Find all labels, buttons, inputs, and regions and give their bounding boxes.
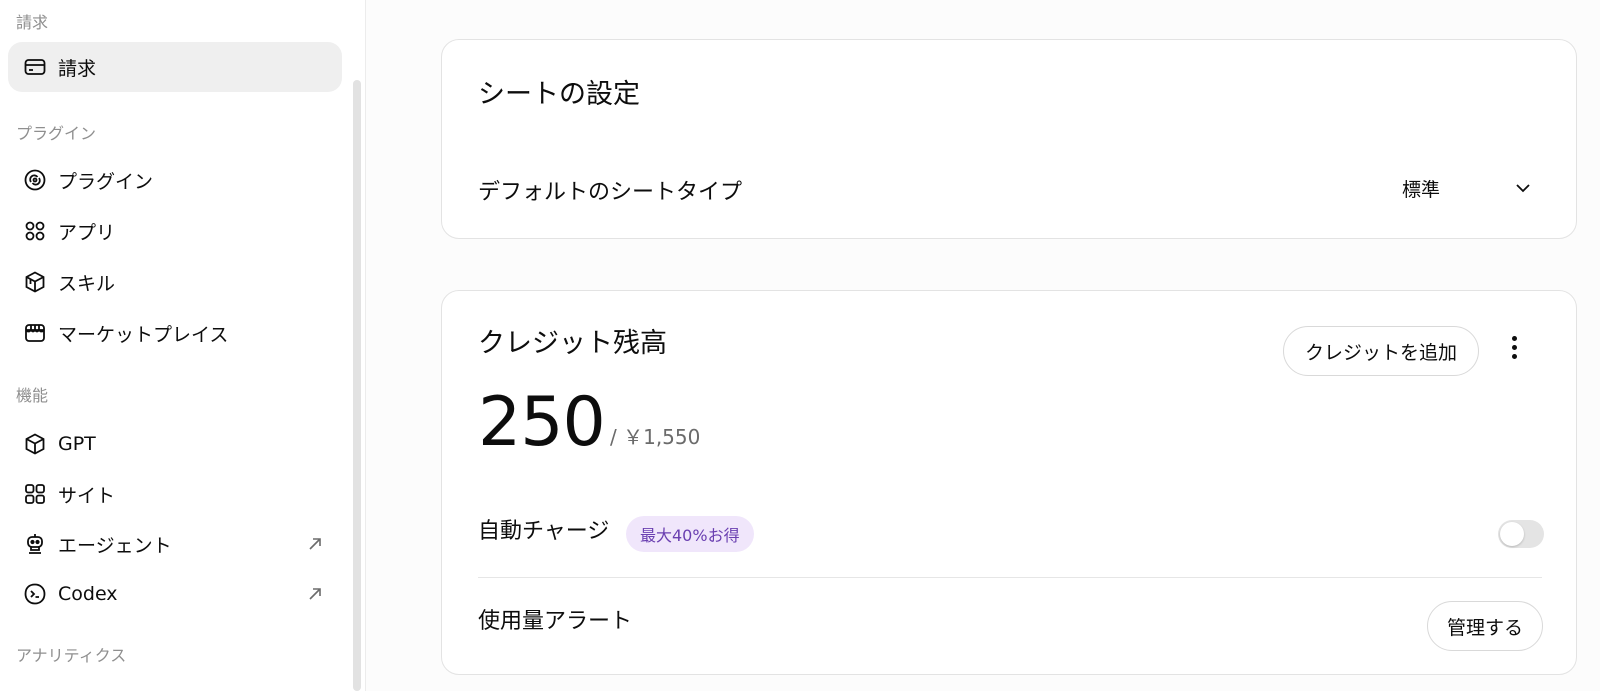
credit-balance-yen: / ￥1,550	[610, 425, 701, 449]
chevron-down-icon	[1516, 184, 1530, 193]
plugin-icon	[22, 167, 48, 193]
default-seat-type-label: デフォルトのシートタイプ	[478, 180, 743, 205]
site-grid-icon	[22, 481, 48, 507]
default-seat-type-select[interactable]: 標準	[1402, 165, 1552, 211]
auto-charge-toggle[interactable]	[1498, 520, 1544, 548]
sidebar-item-label: エージェント	[58, 534, 172, 557]
external-link-icon	[309, 538, 321, 550]
sidebar-item-skills[interactable]: スキル	[8, 257, 342, 307]
seat-settings-title: シートの設定	[478, 79, 640, 110]
section-label-billing: 請求	[16, 13, 49, 32]
seat-settings-card: シートの設定 デフォルトのシートタイプ 標準	[441, 39, 1577, 239]
auto-charge-label: 自動チャージ	[478, 519, 610, 544]
sidebar-item-codex[interactable]: Codex	[8, 569, 342, 619]
codex-icon	[22, 581, 48, 607]
sidebar-item-apps[interactable]: アプリ	[8, 206, 342, 256]
sidebar-item-plugins[interactable]: プラグイン	[8, 155, 342, 205]
card-icon	[22, 54, 48, 80]
sidebar-item-gpt[interactable]: GPT	[8, 419, 342, 469]
sidebar-item-marketplace[interactable]: マーケットプレイス	[8, 308, 342, 358]
usage-alert-label: 使用量アラート	[478, 609, 633, 634]
manage-usage-alert-button[interactable]: 管理する	[1427, 601, 1543, 651]
section-label-analytics: アナリティクス	[16, 646, 127, 665]
divider	[478, 577, 1542, 578]
credit-balance-title: クレジット残高	[478, 328, 667, 359]
add-credits-button[interactable]: クレジットを追加	[1283, 326, 1479, 376]
credit-balance-card: クレジット残高 クレジットを追加 250 / ￥1,550 自動チャージ 最大4…	[441, 290, 1577, 675]
gpt-cube-icon	[22, 431, 48, 457]
external-link-icon	[309, 588, 321, 600]
sidebar: 請求 請求 プラグイン プラグイン アプリ スキル マーケットプレイス 機能 G…	[0, 0, 366, 691]
sidebar-item-agents[interactable]: エージェント	[8, 519, 342, 569]
more-options-icon[interactable]	[1509, 336, 1519, 366]
sidebar-item-label: GPT	[58, 433, 96, 455]
apps-icon	[22, 218, 48, 244]
section-label-plugins: プラグイン	[16, 124, 97, 143]
sidebar-item-label: スキル	[58, 272, 116, 295]
credit-balance-value: 250	[478, 383, 606, 462]
sidebar-item-label: 請求	[58, 57, 97, 80]
section-label-features: 機能	[16, 386, 49, 405]
default-seat-type-value: 標準	[1402, 179, 1441, 201]
sidebar-item-label: アプリ	[58, 221, 116, 244]
auto-charge-discount-badge: 最大40%お得	[626, 516, 754, 552]
sidebar-item-label: マーケットプレイス	[58, 323, 229, 346]
sidebar-item-billing[interactable]: 請求	[8, 42, 342, 92]
sidebar-scrollbar[interactable]	[353, 80, 361, 691]
sidebar-item-label: Codex	[58, 583, 118, 605]
store-icon	[22, 320, 48, 346]
skill-cube-icon	[22, 269, 48, 295]
sidebar-item-label: サイト	[58, 484, 116, 507]
sidebar-item-label: プラグイン	[58, 170, 154, 193]
robot-icon	[22, 531, 48, 557]
toggle-knob	[1500, 522, 1524, 546]
sidebar-item-sites[interactable]: サイト	[8, 469, 342, 519]
